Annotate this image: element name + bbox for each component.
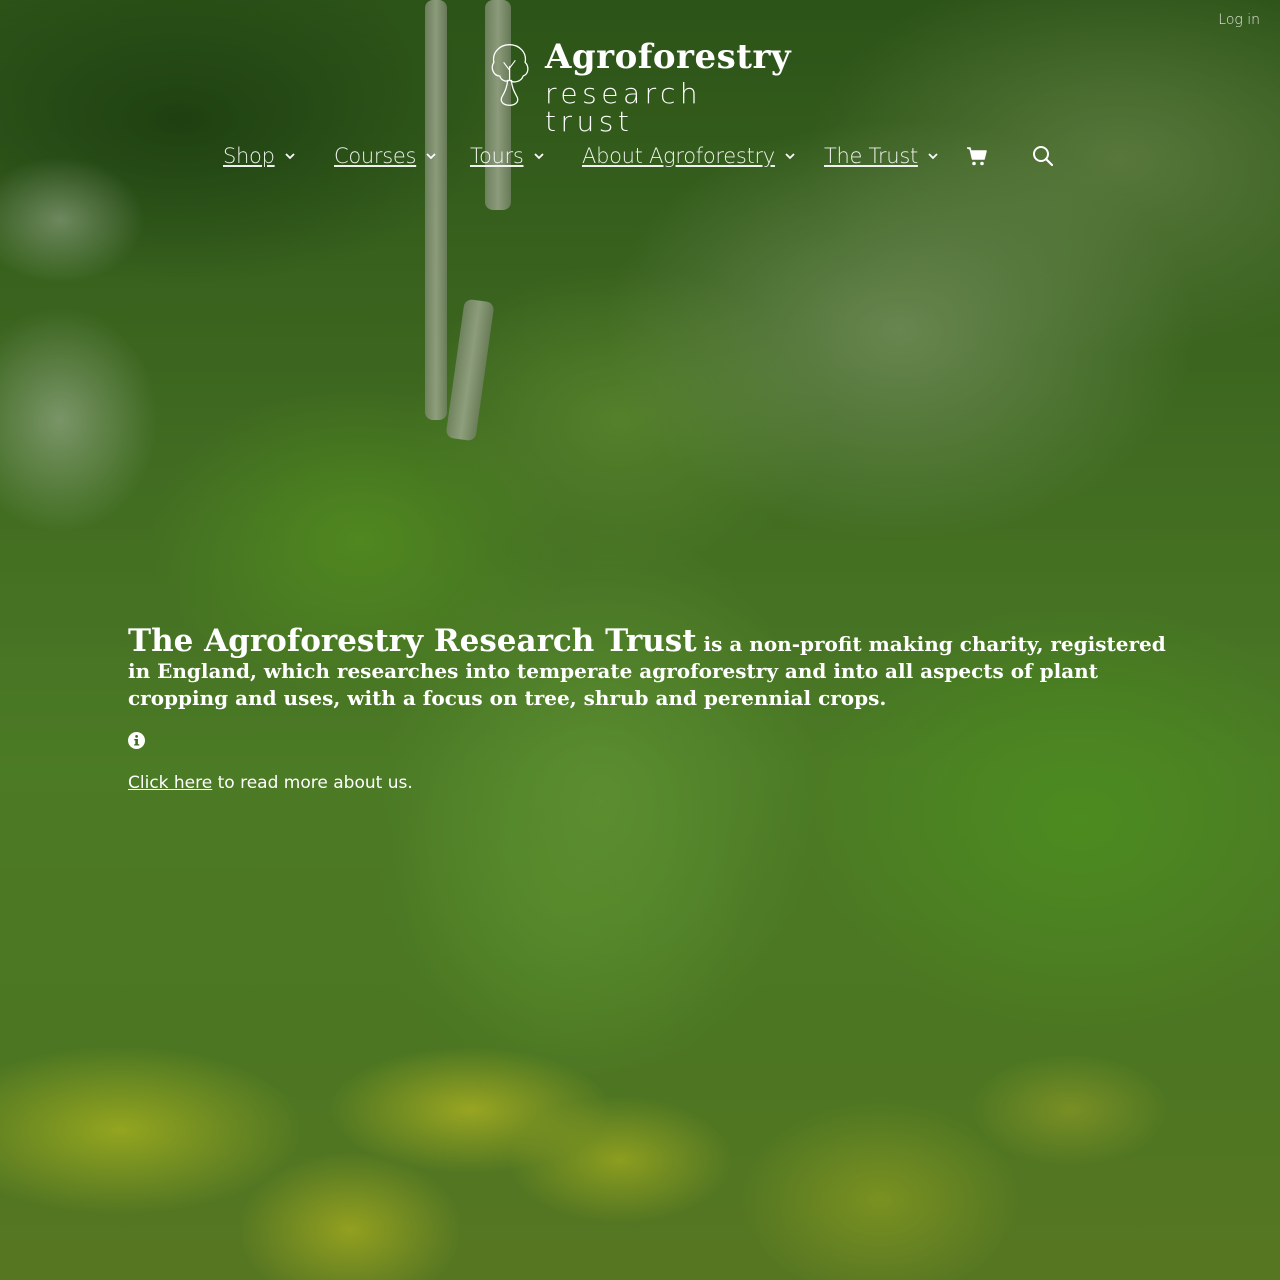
intro-paragraph: The Agroforestry Research Trust is a non… (128, 626, 1168, 712)
main-navigation: Shop Courses Tours About Agroforestry Th… (0, 136, 1280, 176)
nav-item-about-agroforestry[interactable]: About Agroforestry (582, 136, 795, 176)
cart-button[interactable] (965, 136, 989, 176)
nav-item-tours[interactable]: Tours (470, 136, 544, 176)
intro-section: The Agroforestry Research Trust is a non… (128, 626, 1168, 793)
read-more-line: Click here to read more about us. (128, 773, 1168, 793)
logo-subtitle: research trust (545, 77, 703, 138)
logo-title: Agroforestry (545, 37, 792, 77)
info-circle-icon (128, 732, 145, 749)
nav-item-label: The Trust (824, 144, 918, 168)
chevron-down-icon (533, 153, 544, 160)
search-button[interactable] (1031, 136, 1055, 176)
search-icon (1033, 146, 1054, 167)
nav-item-label: Tours (470, 144, 524, 168)
site-logo[interactable]: Agroforestry research trust (488, 37, 798, 136)
nav-item-shop[interactable]: Shop (223, 136, 295, 176)
chevron-down-icon (785, 153, 795, 160)
read-more-link[interactable]: Click here (128, 773, 212, 793)
nav-item-courses[interactable]: Courses (334, 136, 436, 176)
shopping-cart-icon (967, 147, 987, 166)
nav-item-label: About Agroforestry (582, 144, 775, 168)
nav-item-label: Courses (334, 144, 417, 168)
read-more-suffix: to read more about us. (212, 773, 413, 793)
nav-item-the-trust[interactable]: The Trust (824, 136, 938, 176)
chevron-down-icon (928, 153, 938, 160)
tree-logo-icon (491, 44, 529, 106)
intro-title: The Agroforestry Research Trust (128, 623, 697, 659)
login-link[interactable]: Log in (1218, 12, 1260, 28)
nav-item-label: Shop (223, 144, 275, 168)
chevron-down-icon (284, 153, 295, 160)
chevron-down-icon (426, 153, 436, 160)
